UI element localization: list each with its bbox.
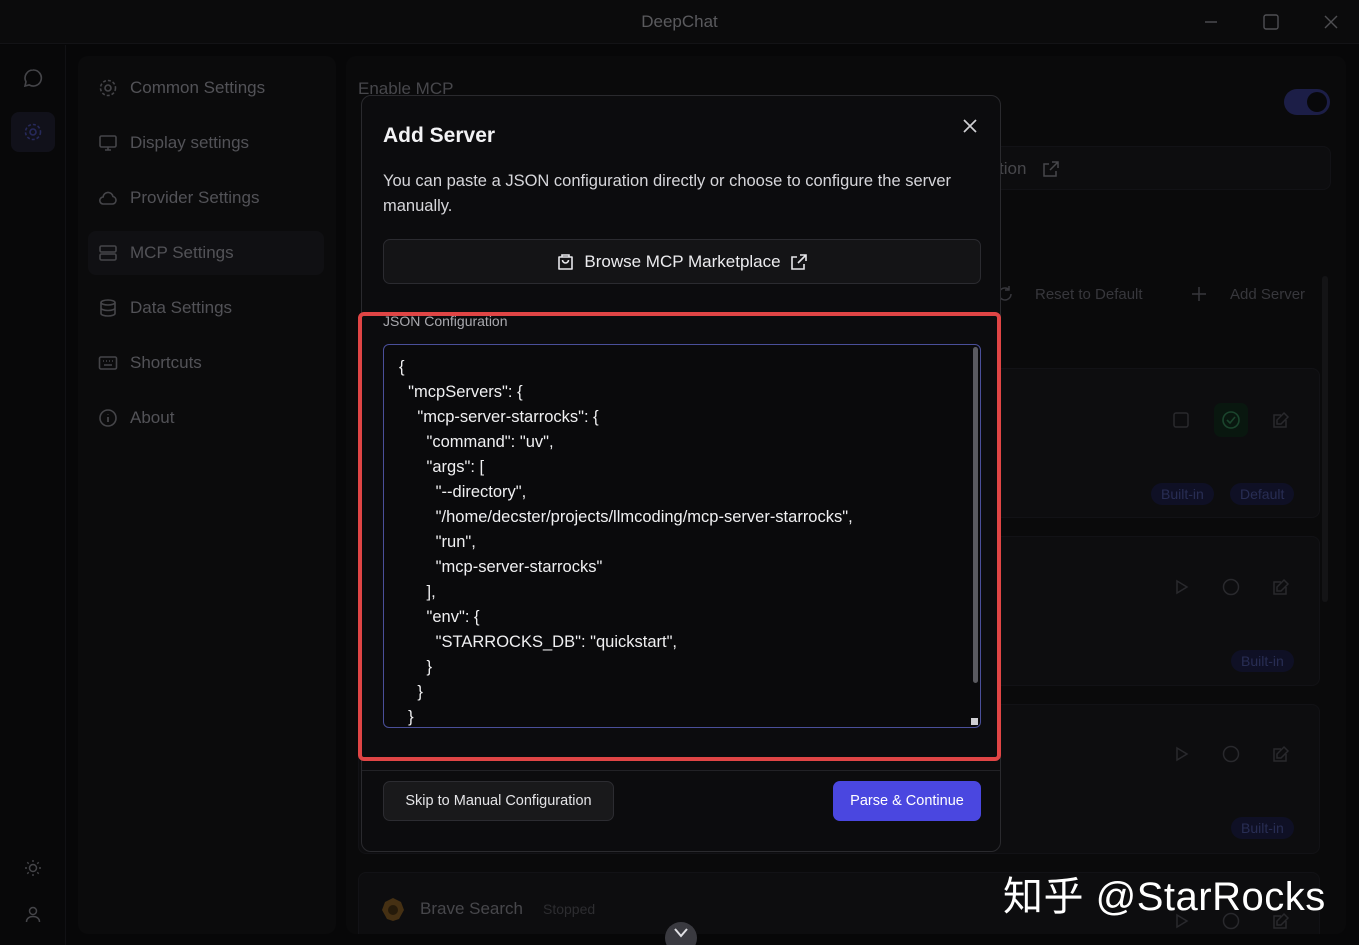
- annotation-highlight-box: [358, 312, 1001, 761]
- divider: [362, 770, 1000, 771]
- dialog-close-button[interactable]: [958, 114, 982, 138]
- parse-continue-button[interactable]: Parse & Continue: [833, 781, 981, 821]
- dialog-title: Add Server: [383, 124, 496, 147]
- chevron-down-icon: [674, 928, 688, 938]
- marketplace-label: Browse MCP Marketplace: [584, 251, 781, 271]
- skip-to-manual-button[interactable]: Skip to Manual Configuration: [383, 781, 614, 821]
- external-link-icon: [790, 253, 807, 270]
- dialog-description: You can paste a JSON configuration direc…: [383, 172, 952, 215]
- close-icon: [963, 119, 977, 133]
- browse-marketplace-button[interactable]: Browse MCP Marketplace: [383, 239, 981, 284]
- watermark: 知乎 @StarRocks: [1003, 875, 1326, 919]
- shopping-bag-icon: [558, 254, 574, 270]
